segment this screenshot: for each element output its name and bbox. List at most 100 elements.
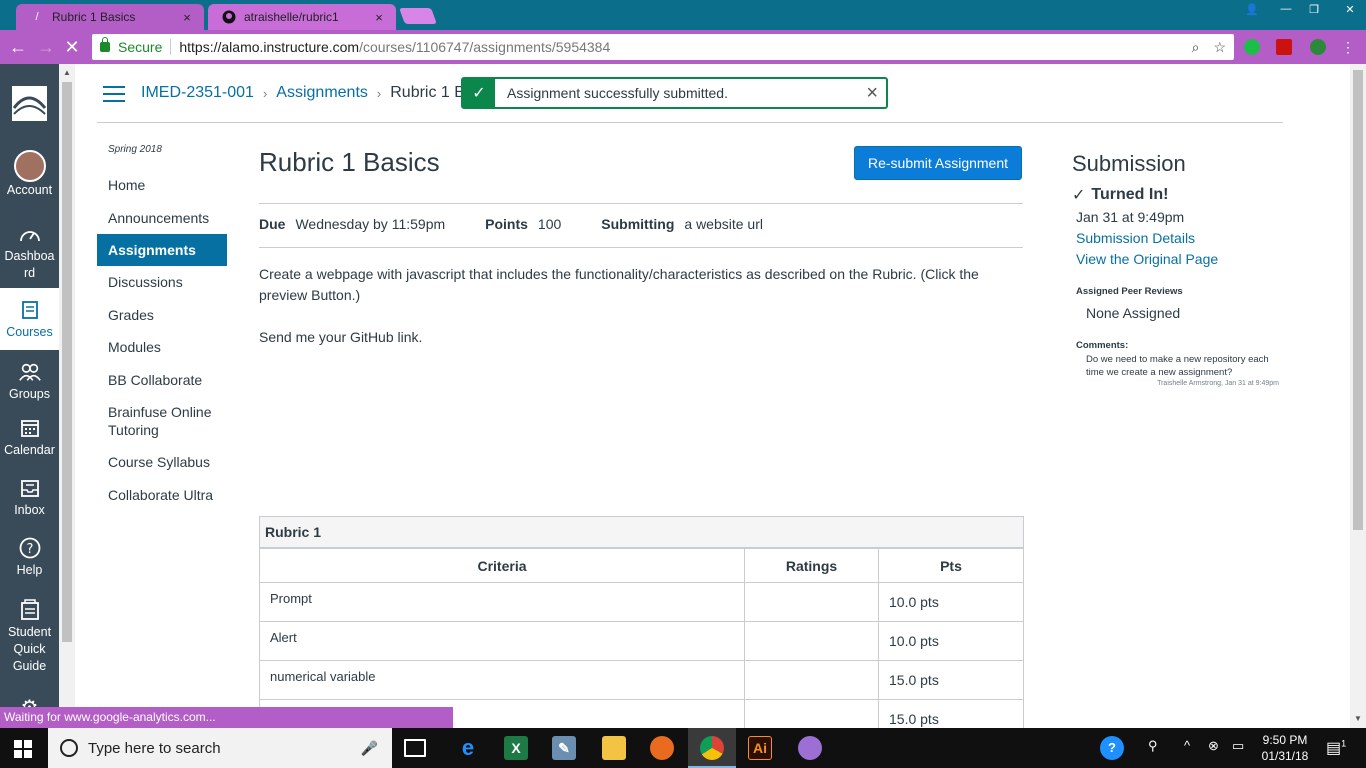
rubric-ratings <box>745 661 879 699</box>
tray-expand-icon[interactable]: ^ <box>1184 738 1190 753</box>
rubric-ratings <box>745 583 879 621</box>
close-window-icon[interactable]: ✕ <box>1328 0 1366 18</box>
institution-logo[interactable] <box>12 86 47 121</box>
course-nav-discussions[interactable]: Discussions <box>97 273 227 291</box>
table-row: Prompt 10.0 pts <box>260 582 1023 621</box>
file-explorer-icon[interactable] <box>602 736 626 760</box>
course-menu-toggle[interactable] <box>103 86 125 102</box>
submission-details-link[interactable]: Submission Details <box>1076 230 1195 246</box>
windows-start-icon[interactable] <box>14 740 32 758</box>
rubric-header-pts: Pts <box>940 557 962 574</box>
breadcrumb-course-link[interactable]: IMED-2351-001 <box>141 84 254 102</box>
course-nav-assignments[interactable]: Assignments <box>97 234 227 266</box>
chrome-menu-icon[interactable]: ⋮ <box>1338 37 1358 57</box>
breadcrumb-assignments-link[interactable]: Assignments <box>276 84 368 102</box>
bookmark-star-icon[interactable]: ☆ <box>1213 39 1226 56</box>
rubric-table: Rubric 1 Criteria Ratings Pts Prompt 10.… <box>259 516 1024 739</box>
course-nav-announcements[interactable]: Announcements <box>97 209 227 227</box>
zoom-icon[interactable]: ⌕ <box>1192 39 1200 56</box>
rubric-pts: 10.0 pts <box>889 633 939 649</box>
restore-icon[interactable]: ❐ <box>1300 0 1328 18</box>
github-favicon-icon <box>222 10 236 24</box>
course-nav-brainfuse[interactable]: Brainfuse Online Tutoring <box>97 403 227 439</box>
notification-count: 1 <box>1341 738 1347 749</box>
nav-label: Dashboa rd <box>4 249 55 280</box>
close-tab-icon[interactable]: × <box>372 10 386 25</box>
profile-icon[interactable]: 👤 <box>1238 0 1266 18</box>
nav-calendar[interactable]: Calendar <box>0 416 59 459</box>
help-tray-icon[interactable]: ? <box>1100 736 1124 760</box>
groups-icon <box>18 360 42 384</box>
back-icon[interactable]: ← <box>8 37 28 57</box>
grammarly-extension-icon[interactable] <box>1244 39 1260 55</box>
dashboard-icon <box>18 222 42 246</box>
course-nav-grades[interactable]: Grades <box>97 306 227 324</box>
due-value: Wednesday by 11:59pm <box>295 216 446 232</box>
inbox-icon <box>18 476 42 500</box>
browser-tab-bar: / Rubric 1 Basics × atraishelle/rubric1 … <box>0 0 1366 30</box>
nav-dashboard[interactable]: Dashboa rd <box>0 222 59 282</box>
nav-account[interactable]: Account <box>0 150 59 199</box>
tab-github[interactable]: atraishelle/rubric1 × <box>208 4 396 30</box>
stop-icon[interactable]: ✕ <box>62 37 82 57</box>
resubmit-assignment-button[interactable]: Re-submit Assignment <box>854 146 1022 180</box>
new-tab-button[interactable] <box>399 8 437 24</box>
pdf-extension-icon[interactable] <box>1276 39 1292 55</box>
people-icon[interactable]: ⚲ <box>1148 738 1158 754</box>
checkmark-icon: ✓ <box>463 79 495 107</box>
course-nav-syllabus[interactable]: Course Syllabus <box>97 453 227 471</box>
microphone-icon[interactable]: 🎤 <box>361 740 378 757</box>
scroll-down-icon[interactable]: ▼ <box>1354 714 1362 723</box>
checkmark-icon: ✓ <box>1072 187 1086 204</box>
notifications-icon[interactable]: ▤1 <box>1326 738 1346 758</box>
status-text: Turned In! <box>1091 186 1169 203</box>
close-icon[interactable]: × <box>866 82 878 105</box>
sidebar-scrollbar[interactable]: ▲ <box>59 64 75 728</box>
nav-courses[interactable]: Courses <box>0 288 59 350</box>
close-tab-icon[interactable]: × <box>180 10 194 25</box>
chrome-icon[interactable] <box>700 736 724 760</box>
course-nav-bb-collaborate[interactable]: BB Collaborate <box>97 371 227 389</box>
scroll-up-icon[interactable]: ▲ <box>63 68 71 77</box>
divider <box>259 203 1023 204</box>
github-desktop-icon[interactable] <box>798 736 822 760</box>
page-scrollbar[interactable]: ▲ ▼ <box>1350 64 1366 728</box>
rubric-header-row: Criteria Ratings Pts <box>260 548 1023 582</box>
minimize-icon[interactable]: — <box>1272 0 1300 18</box>
rubric-header-criteria: Criteria <box>260 549 745 582</box>
rubric-criteria: Alert <box>260 622 745 660</box>
rubric-pts: 10.0 pts <box>889 594 939 610</box>
excel-icon[interactable]: X <box>504 736 528 760</box>
taskbar-clock[interactable]: 9:50 PM 01/31/18 <box>1252 732 1318 764</box>
scrollbar-thumb[interactable] <box>62 82 72 642</box>
points-label: Points <box>485 216 528 232</box>
cortana-icon <box>60 739 78 757</box>
course-nav-modules[interactable]: Modules <box>97 338 227 356</box>
scrollbar-thumb[interactable] <box>1353 70 1363 530</box>
nav-inbox[interactable]: Inbox <box>0 476 59 519</box>
edge-icon[interactable]: e <box>456 735 480 760</box>
battery-icon[interactable]: ▭ <box>1232 738 1244 754</box>
course-nav-home[interactable]: Home <box>97 176 227 194</box>
firefox-icon[interactable] <box>650 736 674 760</box>
url-host: https://alamo.instructure.com <box>179 39 360 55</box>
network-icon[interactable]: ⊗ <box>1208 738 1219 754</box>
url-field[interactable]: Secure https://alamo.instructure.com/cou… <box>92 34 1234 60</box>
rubric-pts: 15.0 pts <box>889 672 939 688</box>
tab-rubric-basics[interactable]: / Rubric 1 Basics × <box>16 4 204 30</box>
nav-help[interactable]: ? Help <box>0 536 59 579</box>
course-nav-collaborate-ultra[interactable]: Collaborate Ultra <box>97 486 227 504</box>
rubric-title: Rubric 1 <box>260 517 1023 548</box>
nav-groups[interactable]: Groups <box>0 360 59 403</box>
paint-icon[interactable]: ✎ <box>552 736 576 760</box>
peer-reviews-value: None Assigned <box>1086 305 1181 321</box>
extension-icon[interactable] <box>1310 39 1326 55</box>
task-view-icon[interactable] <box>404 739 426 757</box>
taskbar-search-field[interactable]: Type here to search 🎤 <box>48 728 392 768</box>
secure-label: Secure <box>118 39 163 55</box>
nav-student-quick-guide[interactable]: Student Quick Guide <box>0 598 59 675</box>
illustrator-icon[interactable]: Ai <box>748 736 772 760</box>
view-original-page-link[interactable]: View the Original Page <box>1076 251 1218 267</box>
nav-label: Help <box>16 563 43 577</box>
forward-icon[interactable]: → <box>36 37 56 57</box>
